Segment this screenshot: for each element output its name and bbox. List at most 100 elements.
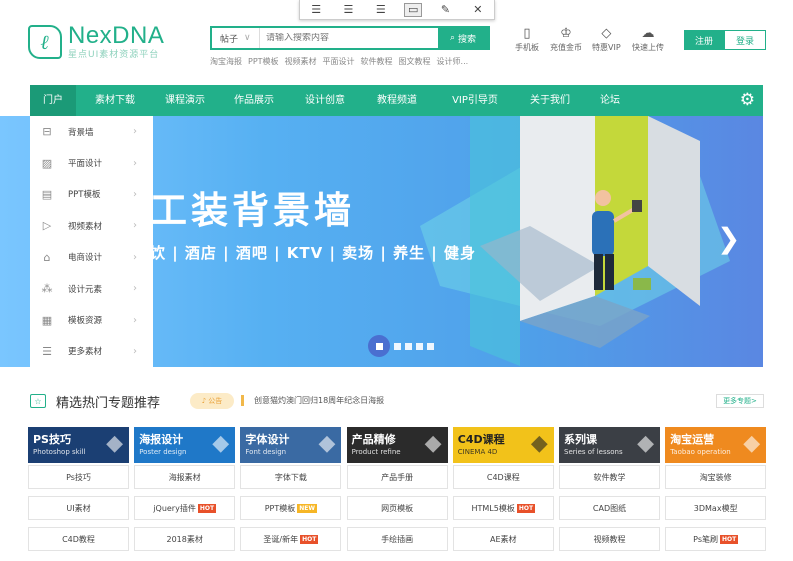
carousel-dot-active[interactable]: [368, 335, 390, 357]
section-title: 精选热门专题推荐: [56, 396, 161, 411]
carousel-dot[interactable]: [405, 342, 412, 350]
login-button[interactable]: 登录: [724, 30, 766, 50]
sidebar-item-ecommerce[interactable]: ⌂ 电商设计 ›: [30, 242, 153, 273]
gear-icon[interactable]: ⚙: [740, 85, 755, 116]
nav-item-downloads[interactable]: 素材下载: [82, 85, 148, 116]
topic-link[interactable]: UI素材: [28, 496, 129, 520]
sidebar-item-graphic-design[interactable]: ▨ 平面设计 ›: [30, 147, 153, 178]
topic-card[interactable]: C4D课程 CINEMA 4D ◆: [452, 427, 554, 463]
align-right-icon[interactable]: ☰: [372, 3, 390, 17]
sidebar-item-templates[interactable]: ▦ 模板资源 ›: [30, 304, 153, 335]
shop-icon: ⌂: [43, 250, 51, 264]
sidebar-item-video[interactable]: ▷ 视频素材 ›: [30, 210, 153, 241]
notice-badge: ♪ 公告: [190, 393, 234, 409]
carousel-dot[interactable]: [416, 342, 423, 350]
topic-link[interactable]: AE素材: [452, 527, 554, 551]
search-icon: ⌕: [449, 33, 456, 43]
more-topics-link[interactable]: 更多专题>: [716, 394, 764, 408]
close-icon[interactable]: ✕: [469, 3, 487, 17]
topic-link-label: 视频教程: [593, 534, 626, 544]
topic-link[interactable]: 海报素材: [134, 465, 236, 489]
diamond-icon: ◇: [601, 26, 612, 41]
hot-badge: HOT: [720, 534, 739, 544]
site-logo[interactable]: ℓ NexDNA 星点UI素材资源平台: [28, 24, 164, 60]
carousel-dot[interactable]: [394, 342, 401, 350]
nav-item-courses[interactable]: 课程演示: [154, 85, 216, 116]
topic-link[interactable]: 圣诞/新年 HOT: [240, 527, 342, 551]
topic-link[interactable]: 网页模板: [346, 496, 448, 520]
nav-item-forum[interactable]: 论坛: [590, 85, 630, 116]
palette-icon: ◆: [106, 431, 123, 456]
topic-link[interactable]: 2018素材: [134, 527, 236, 551]
banner-subline: 饮 | 酒店 | 酒吧 | KTV | 卖场 | 养生 | 健身: [150, 244, 477, 262]
book-icon: ◆: [637, 431, 654, 456]
sidebar-item-background-wall[interactable]: ⊟ 背景墙 ›: [30, 116, 153, 147]
topic-link[interactable]: HTML5模板 HOT: [452, 496, 554, 520]
nav-item-vip[interactable]: VIP引导页: [440, 85, 510, 116]
topic-link[interactable]: C4D教程: [28, 527, 129, 551]
align-full-icon[interactable]: ▭: [404, 2, 423, 17]
nav-item-works[interactable]: 作品展示: [224, 85, 284, 116]
topic-link[interactable]: C4D课程: [452, 465, 554, 489]
topic-link[interactable]: 3DMax模型: [665, 496, 767, 520]
topic-link[interactable]: 字体下载: [240, 465, 342, 489]
topic-link[interactable]: 视频教程: [559, 527, 660, 551]
topic-card-title: 产品精修: [351, 433, 396, 446]
topic-link[interactable]: 手绘插画: [346, 527, 448, 551]
hot-keyword[interactable]: 视频素材: [285, 56, 317, 67]
topic-link[interactable]: 软件教学: [559, 465, 660, 489]
topic-link[interactable]: CAD图纸: [559, 496, 660, 520]
sidebar-item-label: 平面设计: [68, 159, 103, 170]
topic-link[interactable]: Ps技巧: [28, 465, 129, 489]
chevron-right-icon: ›: [133, 220, 137, 232]
topic-link[interactable]: Ps笔刷 HOT: [665, 527, 767, 551]
quick-link-recharge[interactable]: ♔ 充值金币: [550, 26, 582, 53]
nav-item-about[interactable]: 关于我们: [520, 85, 580, 116]
search-bar: 帖子 ∨ ⌕ 搜索: [210, 26, 490, 50]
notice-link[interactable]: 创意猫灼澳门回归18周年纪念日海报: [254, 395, 384, 406]
topic-card[interactable]: 海报设计 Poster design ◆: [134, 427, 236, 463]
video-icon: ▷: [42, 219, 52, 233]
image-icon: ▨: [41, 156, 53, 170]
topic-card[interactable]: 字体设计 Font design ◆: [240, 427, 342, 463]
topic-card[interactable]: 系列课 Series of lessons ◆: [559, 427, 660, 463]
align-center-icon[interactable]: ☰: [339, 3, 357, 17]
logo-icon: ℓ: [28, 25, 62, 59]
hot-keyword[interactable]: 软件教程: [361, 56, 393, 67]
star-icon: ☆: [30, 394, 46, 408]
search-input[interactable]: [260, 33, 438, 43]
sidebar-item-ppt[interactable]: ▤ PPT模板 ›: [30, 179, 153, 210]
carousel-dot[interactable]: [427, 342, 434, 350]
topic-link[interactable]: jQuery插件 HOT: [134, 496, 236, 520]
hot-keyword[interactable]: 设计师...: [437, 56, 469, 67]
topic-card[interactable]: PS技巧 Photoshop skill ◆: [28, 427, 129, 463]
quick-link-label: 快速上传: [632, 43, 664, 52]
topic-link[interactable]: 淘宝装修: [665, 465, 767, 489]
nav-item-home[interactable]: 门户: [30, 85, 76, 116]
hot-keyword[interactable]: PPT模板: [248, 56, 279, 67]
topic-link[interactable]: PPT模板 NEW: [240, 496, 342, 520]
nav-item-tutorials[interactable]: 教程频道: [367, 85, 427, 116]
quick-link-vip[interactable]: ◇ 特惠VIP: [592, 26, 621, 53]
quick-link-mobile[interactable]: ▯ 手机板: [515, 26, 539, 53]
topic-card[interactable]: 淘宝运营 Taobao operation ◆: [665, 427, 767, 463]
nav-item-creative[interactable]: 设计创意: [295, 85, 355, 116]
search-category-select[interactable]: 帖子 ∨: [212, 28, 260, 48]
template-icon: ▦: [41, 313, 53, 327]
register-button[interactable]: 注册: [684, 30, 724, 50]
quick-link-upload[interactable]: ☁ 快速上传: [632, 26, 664, 53]
hot-keyword[interactable]: 淘宝海报: [210, 56, 242, 67]
sidebar-item-more[interactable]: ☰ 更多素材 ›: [30, 336, 153, 367]
hot-keyword[interactable]: 图文教程: [399, 56, 431, 67]
chevron-right-icon: ›: [133, 345, 137, 357]
search-button[interactable]: ⌕ 搜索: [438, 28, 488, 48]
hot-keyword[interactable]: 平面设计: [323, 56, 355, 67]
chevron-right-icon[interactable]: ❯: [717, 222, 740, 255]
topic-link[interactable]: 产品手册: [346, 465, 448, 489]
topic-link-label: Ps技巧: [66, 472, 91, 482]
topic-card[interactable]: 产品精修 Product refine ◆: [346, 427, 448, 463]
topic-link-label: 手绘插画: [381, 534, 414, 544]
align-left-icon[interactable]: ☰: [307, 3, 325, 17]
edit-icon[interactable]: ✎: [436, 3, 454, 17]
sidebar-item-elements[interactable]: ⁂ 设计元素 ›: [30, 273, 153, 304]
